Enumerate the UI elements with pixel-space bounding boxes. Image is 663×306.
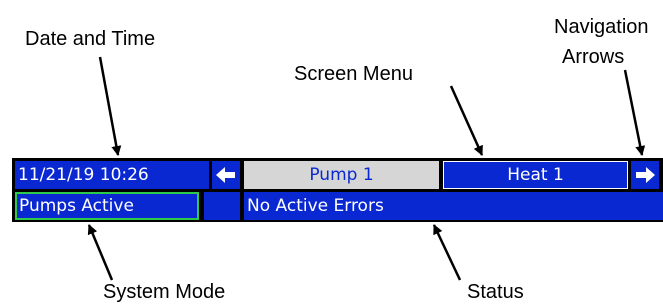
tab-heat-1[interactable]: Heat 1 — [443, 161, 628, 189]
callout-screen-menu: Screen Menu — [294, 63, 413, 85]
callout-system-mode: System Mode — [103, 281, 226, 303]
status-message: No Active Errors — [244, 192, 663, 220]
tab-pump-1-label: Pump 1 — [309, 165, 374, 185]
blank-indicator-cell — [204, 192, 240, 220]
callout-date-and-time: Date and Time — [25, 28, 156, 50]
arrow-navigation-arrows — [623, 69, 646, 156]
arrow-system-mode — [87, 224, 114, 281]
system-mode-indicator: Pumps Active — [15, 192, 199, 220]
callout-navigation-arrows-line1: Navigation — [554, 16, 649, 38]
callout-navigation-arrows-line2: Arrows — [562, 46, 625, 68]
nav-left-button[interactable] — [212, 161, 240, 189]
date-time-display: 11/21/19 10:26 — [15, 161, 209, 189]
right-arrow-icon — [636, 167, 655, 183]
arrow-date-and-time — [98, 56, 122, 156]
callout-status: Status — [467, 281, 524, 303]
left-arrow-icon — [216, 167, 235, 183]
nav-right-button[interactable] — [631, 161, 659, 189]
arrow-screen-menu — [449, 85, 484, 156]
tab-pump-1[interactable]: Pump 1 — [244, 161, 439, 189]
arrow-status — [432, 224, 462, 281]
hmi-status-bar: 11/21/19 10:26 Pump 1 Heat 1 Pumps Activ… — [12, 158, 663, 222]
tab-heat-1-label: Heat 1 — [507, 165, 564, 185]
